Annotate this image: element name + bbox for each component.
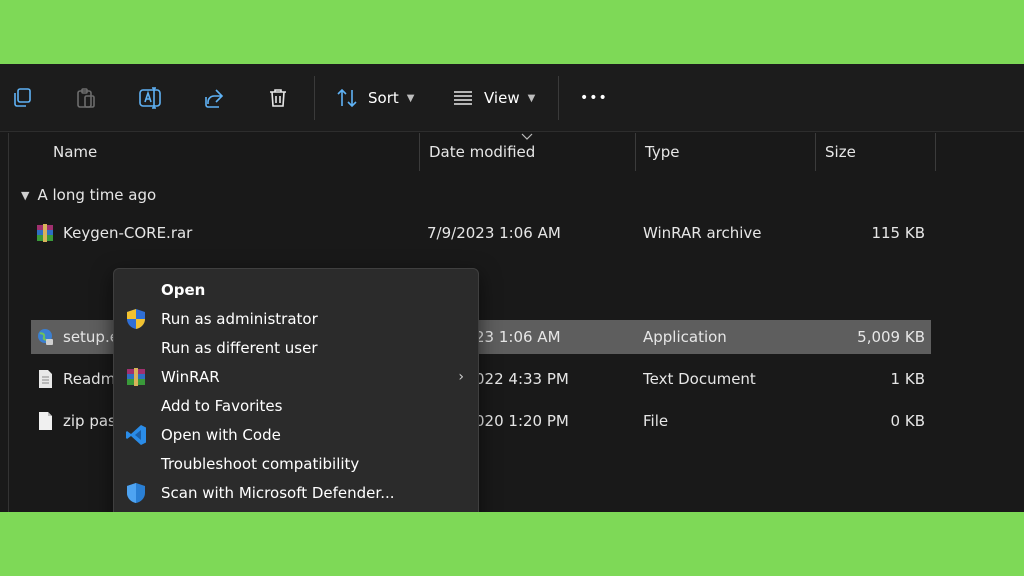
toolbar-separator — [558, 76, 559, 120]
chevron-down-icon: ▼ — [406, 92, 415, 104]
chevron-down-icon: ▼ — [21, 188, 30, 202]
table-row[interactable]: Keygen-CORE.rar 7/9/2023 1:06 AM WinRAR … — [31, 216, 931, 250]
type-cell: Application — [643, 328, 727, 346]
type-cell: Text Document — [643, 370, 756, 388]
menu-item-winrar[interactable]: WinRAR › — [114, 362, 478, 391]
toolbar-separator — [314, 76, 315, 120]
group-header[interactable]: ▼ A long time ago — [21, 183, 156, 207]
column-header-name[interactable]: Name — [43, 133, 419, 171]
menu-item-label: Open — [161, 280, 206, 299]
type-cell: File — [643, 412, 669, 430]
menu-item-label: Scan with Microsoft Defender... — [161, 483, 395, 502]
share-button[interactable] — [202, 78, 226, 118]
blank-file-icon — [39, 412, 52, 430]
application-globe-icon — [38, 329, 53, 345]
column-divider[interactable] — [935, 133, 936, 171]
file-name: Keygen-CORE.rar — [63, 224, 193, 242]
menu-item-label: Add to Favorites — [161, 396, 283, 415]
share-icon — [205, 89, 224, 108]
size-cell: 5,009 KB — [857, 328, 925, 346]
date-cell: 7/9/2023 1:06 AM — [427, 224, 561, 242]
sort-icon — [337, 88, 357, 108]
sort-button[interactable]: Sort ▼ — [336, 78, 414, 118]
vscode-icon — [126, 425, 146, 445]
context-menu: Open Run as administrator Run as differe… — [113, 268, 479, 512]
menu-item-run-as-different-user[interactable]: Run as different user — [114, 333, 478, 362]
column-header-size[interactable]: Size — [815, 133, 935, 171]
file-name: setup.e — [63, 328, 119, 346]
menu-item-run-as-administrator[interactable]: Run as administrator — [114, 304, 478, 333]
size-cell: 115 KB — [871, 224, 925, 242]
copy-button[interactable] — [10, 78, 34, 118]
menu-item-troubleshoot-compatibility[interactable]: Troubleshoot compatibility — [114, 449, 478, 478]
delete-button[interactable] — [266, 78, 290, 118]
menu-item-label: Troubleshoot compatibility — [161, 454, 360, 473]
file-explorer-window: Sort ▼ View ▼ ••• Name Date modified Typ… — [0, 64, 1024, 512]
view-label: View — [484, 89, 520, 107]
menu-item-label: Open with Code — [161, 425, 281, 444]
menu-item-add-to-favorites[interactable]: Add to Favorites — [114, 391, 478, 420]
chevron-right-icon: › — [458, 368, 464, 385]
winrar-icon — [127, 368, 145, 386]
defender-shield-icon — [127, 483, 145, 503]
menu-item-label: WinRAR — [161, 367, 220, 386]
size-cell: 1 KB — [890, 370, 925, 388]
size-cell: 0 KB — [890, 412, 925, 430]
copy-icon — [14, 88, 31, 107]
file-name-cell: Keygen-CORE.rar — [35, 216, 415, 250]
group-label: A long time ago — [37, 186, 157, 204]
command-bar: Sort ▼ View ▼ ••• — [0, 64, 1024, 132]
menu-item-open[interactable]: Open — [114, 275, 478, 304]
paste-button[interactable] — [74, 78, 98, 118]
chevron-down-icon: ▼ — [527, 92, 536, 104]
sort-label: Sort — [368, 89, 399, 107]
column-header-type[interactable]: Type — [635, 133, 815, 171]
rename-button[interactable] — [138, 78, 164, 118]
type-cell: WinRAR archive — [643, 224, 762, 242]
view-icon — [454, 91, 472, 105]
menu-item-label: Run as different user — [161, 338, 318, 357]
file-name: Readm — [63, 370, 116, 388]
sort-caret-icon — [521, 133, 533, 140]
paste-icon — [77, 88, 95, 108]
trash-icon — [270, 89, 286, 107]
menu-item-scan-with-defender[interactable]: Scan with Microsoft Defender... — [114, 478, 478, 507]
more-options-icon: ••• — [580, 90, 608, 106]
menu-item-label: Run as administrator — [161, 309, 318, 328]
text-document-icon — [39, 370, 52, 388]
uac-shield-icon — [127, 309, 145, 329]
view-button[interactable]: View ▼ — [452, 78, 535, 118]
file-name: zip pas — [63, 412, 116, 430]
more-options-button[interactable]: ••• — [580, 78, 608, 118]
rename-icon — [139, 87, 161, 109]
winrar-archive-icon — [37, 224, 53, 242]
menu-item-open-with-code[interactable]: Open with Code — [114, 420, 478, 449]
